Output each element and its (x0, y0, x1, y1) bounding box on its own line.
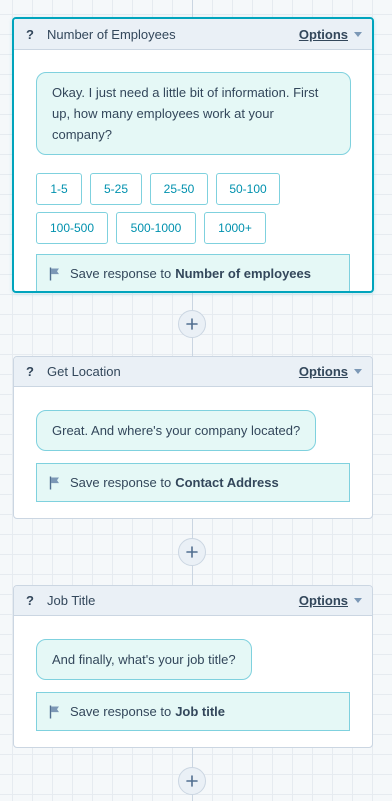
question-icon: ? (26, 364, 34, 379)
quick-reply-button[interactable]: 25-50 (150, 173, 208, 205)
quick-reply-button[interactable]: 100-500 (36, 212, 108, 244)
save-response-box[interactable]: Save response to Job title (36, 692, 350, 731)
add-step-button[interactable] (178, 767, 206, 795)
save-response-property: Job title (175, 704, 226, 719)
caret-down-icon (354, 598, 362, 603)
bot-message-bubble: And finally, what's your job title? (36, 639, 252, 680)
flag-icon (49, 705, 60, 719)
options-label: Options (298, 593, 348, 608)
question-icon: ? (26, 26, 34, 42)
bot-message-bubble: Okay. I just need a little bit of inform… (36, 72, 351, 155)
save-response-prefix: Save response to (70, 704, 172, 719)
options-label: Options (298, 364, 348, 379)
card-header: ? Number of Employees Options (14, 19, 372, 50)
options-dropdown[interactable]: Options (299, 593, 362, 608)
quick-reply-list: 1-5 5-25 25-50 50-100 100-500 500-1000 1… (36, 173, 350, 251)
question-icon: ? (26, 593, 34, 608)
step-card-get-location[interactable]: ? Get Location Options Great. And where'… (13, 356, 373, 519)
save-response-box[interactable]: Save response to Contact Address (36, 463, 350, 502)
card-header: ? Job Title Options (14, 586, 372, 616)
save-response-property: Number of employees (175, 266, 312, 281)
plus-icon (186, 546, 198, 558)
quick-reply-button[interactable]: 1000+ (204, 212, 266, 244)
caret-down-icon (354, 369, 362, 374)
quick-reply-button[interactable]: 1-5 (36, 173, 82, 205)
add-step-button[interactable] (178, 538, 206, 566)
flag-icon (49, 476, 60, 490)
caret-down-icon (354, 31, 362, 37)
bot-message-bubble: Great. And where's your company located? (36, 410, 317, 451)
save-response-prefix: Save response to (70, 266, 172, 281)
save-response-property: Contact Address (175, 475, 279, 490)
flow-connector (192, 0, 193, 18)
options-dropdown[interactable]: Options (299, 364, 362, 379)
quick-reply-button[interactable]: 5-25 (90, 173, 142, 205)
card-title: Number of Employees (47, 26, 176, 42)
card-title: Get Location (47, 364, 121, 379)
flag-icon (49, 267, 60, 281)
add-step-button[interactable] (178, 310, 206, 338)
options-dropdown[interactable]: Options (299, 27, 362, 42)
quick-reply-button[interactable]: 500-1000 (116, 212, 196, 244)
quick-reply-button[interactable]: 50-100 (216, 173, 280, 205)
save-response-box[interactable]: Save response to Number of employees (36, 254, 350, 291)
card-title: Job Title (47, 593, 96, 608)
save-response-prefix: Save response to (70, 475, 172, 490)
card-header: ? Get Location Options (14, 357, 372, 387)
step-card-number-of-employees[interactable]: ? Number of Employees Options Okay. I ju… (12, 17, 374, 293)
options-label: Options (298, 26, 348, 42)
step-card-job-title[interactable]: ? Job Title Options And finally, what's … (13, 585, 373, 748)
plus-icon (186, 318, 198, 330)
plus-icon (186, 775, 198, 787)
